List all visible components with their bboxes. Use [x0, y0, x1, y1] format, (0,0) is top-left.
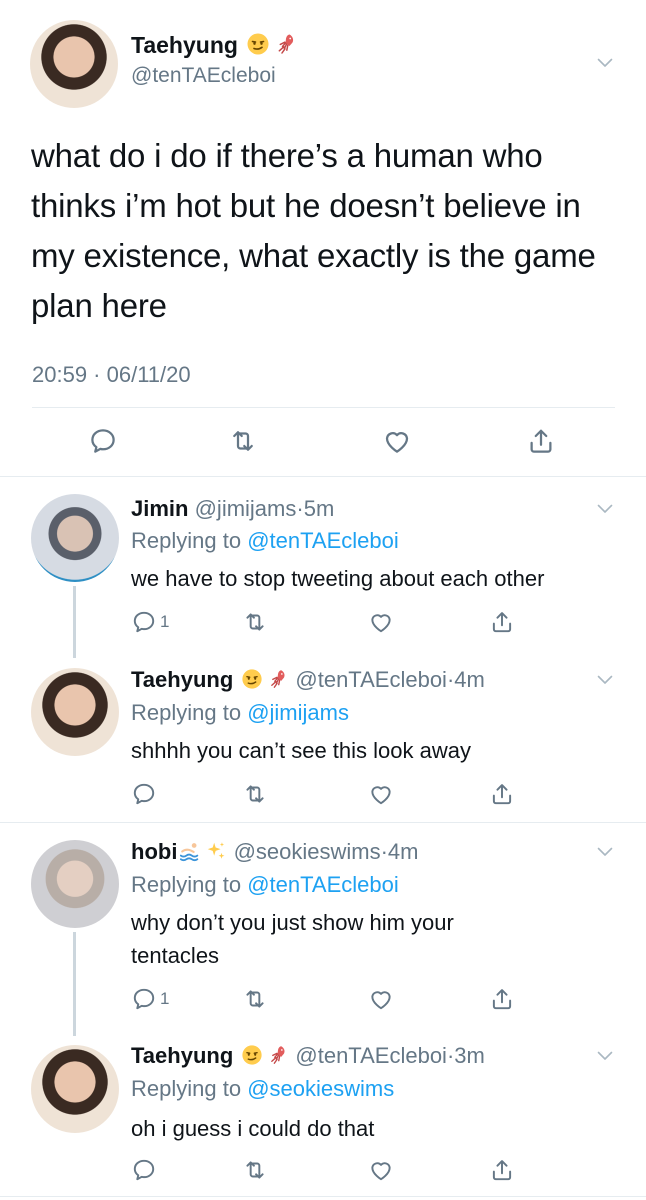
reply-header: Jimin @jimijams·5m	[131, 496, 335, 521]
like-icon[interactable]	[368, 609, 394, 635]
avatar-hobi[interactable]	[31, 840, 119, 928]
squid-emoji-icon	[267, 668, 289, 690]
retweet-icon[interactable]	[228, 426, 258, 456]
avatar-taehyung[interactable]	[31, 668, 119, 756]
reply-text: we have to stop tweeting about each othe…	[131, 566, 545, 591]
reply-time[interactable]: 4m	[388, 839, 419, 864]
chevron-down-icon[interactable]	[597, 58, 613, 68]
avatar-jimin[interactable]	[31, 494, 119, 582]
replying-to: Replying to @tenTAEcleboi	[131, 528, 399, 553]
reply-text: shhhh you can’t see this look away	[131, 738, 471, 763]
like-icon[interactable]	[368, 781, 394, 807]
mention-link[interactable]: @seokieswims	[247, 1076, 394, 1101]
squid-emoji-icon	[267, 1044, 289, 1066]
divider	[32, 407, 615, 408]
reply-icon[interactable]	[131, 986, 157, 1012]
reply-icon[interactable]	[131, 609, 157, 635]
thread-line	[73, 586, 76, 658]
chevron-down-icon[interactable]	[597, 847, 613, 857]
smirk-emoji-icon	[241, 668, 263, 690]
reply-author-name[interactable]: hobi	[131, 839, 177, 864]
mention-link[interactable]: @tenTAEcleboi	[247, 528, 399, 553]
reply-author-handle[interactable]: @seokieswims	[234, 839, 381, 864]
tweet-text: what do i do if there’s a human who thin…	[31, 137, 596, 324]
like-icon[interactable]	[382, 426, 412, 456]
author-name[interactable]: Taehyung	[131, 32, 298, 59]
like-icon[interactable]	[368, 986, 394, 1012]
reply-count: 1	[160, 612, 170, 631]
retweet-icon[interactable]	[242, 609, 268, 635]
reply-header: hobi @seokieswims·4m	[131, 839, 419, 864]
reply-text: why don’t you just show him your tentacl…	[131, 910, 454, 968]
reply-author-name[interactable]: Jimin	[131, 496, 188, 521]
share-icon[interactable]	[489, 781, 515, 807]
reply-icon[interactable]	[131, 1157, 157, 1183]
mention-link[interactable]: @tenTAEcleboi	[247, 872, 399, 897]
reply-header: Taehyung @tenTAEcleboi·3m	[131, 1043, 485, 1068]
swimmer-emoji-icon	[179, 840, 201, 862]
chevron-down-icon[interactable]	[597, 675, 613, 685]
share-icon[interactable]	[526, 426, 556, 456]
reply-action[interactable]	[131, 781, 160, 807]
reply-time[interactable]: 5m	[304, 496, 335, 521]
replying-to: Replying to @tenTAEcleboi	[131, 872, 399, 897]
avatar-taehyung[interactable]	[30, 20, 118, 108]
squid-emoji-icon	[274, 32, 298, 56]
reply-action[interactable]: 1	[131, 986, 169, 1012]
reply-author-handle[interactable]: @tenTAEcleboi	[295, 667, 447, 692]
divider	[0, 822, 646, 823]
chevron-down-icon[interactable]	[597, 1051, 613, 1061]
reply-author-name[interactable]: Taehyung	[131, 1043, 233, 1068]
retweet-icon[interactable]	[242, 986, 268, 1012]
reply-time[interactable]: 4m	[454, 667, 485, 692]
reply-action[interactable]	[131, 1157, 160, 1183]
chevron-down-icon[interactable]	[597, 504, 613, 514]
share-icon[interactable]	[489, 609, 515, 635]
author-handle[interactable]: @tenTAEcleboi	[131, 64, 276, 88]
smirk-emoji-icon	[241, 1044, 263, 1066]
reply-author-handle[interactable]: @tenTAEcleboi	[295, 1043, 447, 1068]
replying-to: Replying to @jimijams	[131, 700, 349, 725]
tweet-timestamp[interactable]: 20:59 · 06/11/20	[32, 362, 191, 388]
retweet-icon[interactable]	[242, 781, 268, 807]
smirk-emoji-icon	[246, 32, 270, 56]
reply-count: 1	[160, 989, 170, 1008]
reply-text: oh i guess i could do that	[131, 1116, 375, 1141]
reply-author-handle[interactable]: @jimijams	[195, 496, 297, 521]
replying-to: Replying to @seokieswims	[131, 1076, 395, 1101]
sparkles-emoji-icon	[205, 840, 227, 862]
divider	[0, 1196, 646, 1197]
avatar-taehyung[interactable]	[31, 1045, 119, 1133]
share-icon[interactable]	[489, 986, 515, 1012]
reply-time[interactable]: 3m	[454, 1043, 485, 1068]
reply-action[interactable]: 1	[131, 609, 169, 635]
reply-icon[interactable]	[88, 426, 118, 456]
reply-header: Taehyung @tenTAEcleboi·4m	[131, 667, 485, 692]
reply-icon[interactable]	[131, 781, 157, 807]
reply-author-name[interactable]: Taehyung	[131, 667, 233, 692]
thread-line	[73, 932, 76, 1036]
mention-link[interactable]: @jimijams	[247, 700, 349, 725]
retweet-icon[interactable]	[242, 1157, 268, 1183]
divider	[0, 476, 646, 477]
like-icon[interactable]	[368, 1157, 394, 1183]
share-icon[interactable]	[489, 1157, 515, 1183]
